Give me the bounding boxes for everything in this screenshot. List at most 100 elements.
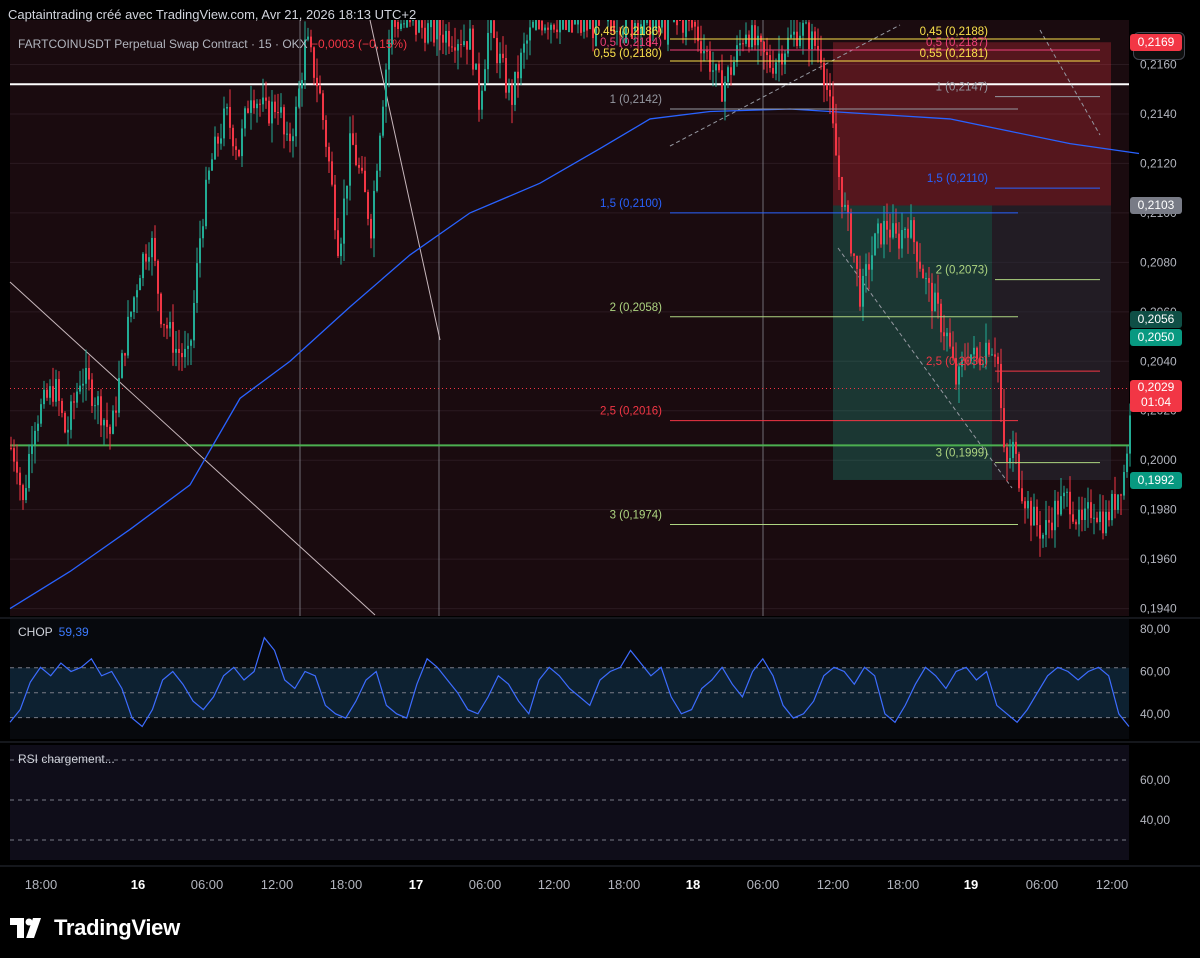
candle-body [16,461,18,473]
candle-body [31,444,33,454]
candle-body [511,85,513,105]
price-tick: 0,2080 [1140,255,1177,269]
candle-body [736,45,738,63]
chart-canvas[interactable]: 1 (0,2142) 1,5 (0,2100) 2 (0,2058) 2,5 (0,2… [0,0,1200,958]
candle-body [292,136,294,142]
symbol-name[interactable]: FARTCOINUSDT Perpetual Swap Contract · 1… [18,37,308,51]
candle-body [157,260,159,294]
candle-body [478,63,480,110]
candle-body [847,204,849,214]
candle-body [346,185,348,199]
candle-body [322,93,324,121]
candle-body [904,228,906,231]
fib-level-label: 2,5 (0,2016) [600,406,662,418]
candle-body [118,377,120,413]
candle-body [901,230,903,249]
candle-body [82,383,84,386]
candle-body [382,106,384,136]
candle-body [733,62,735,75]
symbol-legend[interactable]: FARTCOINUSDT Perpetual Swap Contract · 1… [18,37,407,51]
tradingview-logo[interactable]: TradingView [10,912,180,944]
candle-body [1090,502,1092,519]
candle-body [178,348,180,354]
candle-body [73,401,75,403]
candle-body [724,81,726,102]
candle-body [826,84,828,90]
candle-body [475,63,477,70]
candle-body [508,85,510,93]
candle-body [352,133,354,145]
candle-body [775,62,777,74]
candle-body [268,100,270,124]
fib-level-label: 1,5 (0,2100) [600,198,662,210]
fib-level-label: 1 (0,2142) [610,94,663,106]
candle-body [241,128,243,157]
candle-body [130,311,132,317]
candle-body [10,447,12,449]
candle-body [1036,506,1038,526]
candle-body [205,179,207,227]
time-tick: 12:00 [817,877,850,892]
candle-body [1009,458,1011,462]
candle-body [1018,453,1020,489]
candle-body [442,34,444,43]
candle-body [451,46,453,48]
candle-body [163,324,165,326]
candle-body [37,423,39,431]
candle-body [934,292,936,312]
candle-body [994,354,996,357]
candle-body [370,218,372,239]
candle-body [910,220,912,238]
candle-body [136,290,138,298]
candle-body [466,41,468,50]
candle-body [112,410,114,434]
candle-body [739,43,741,46]
candle-body [376,170,378,191]
fib-level-label: 3 (0,1999) [936,448,989,460]
candle-body [448,30,450,47]
caption: Captaintrading créé avec TradingView.com… [8,7,417,22]
candle-body [13,448,15,462]
price-label: 0,2029 01:04 [1130,380,1182,413]
candle-body [487,32,489,70]
candle-body [166,325,168,329]
candle-body [793,31,795,35]
candle-body [106,419,108,427]
candle-body [220,138,222,144]
price-label: 0,2169 [1130,34,1182,52]
candle-body [334,184,336,231]
time-tick: 19 [964,877,978,892]
candle-body [337,230,339,257]
candle-body [502,53,504,59]
candle-body [187,345,189,349]
candle-body [973,347,975,355]
candle-body [718,64,720,71]
countdown-label: 01:04 [1140,395,1172,410]
candle-body [244,108,246,129]
candle-body [868,264,870,270]
candle-body [943,332,945,337]
chop-band-fill [10,667,1129,718]
candle-body [349,133,351,186]
candle-body [160,293,162,325]
candle-body [208,170,210,180]
time-tick: 06:00 [191,877,224,892]
candle-body [76,391,78,403]
tradingview-logo-icon [10,918,41,938]
rsi-legend[interactable]: RSI chargement... [18,752,115,766]
candle-body [1108,511,1110,521]
candle-body [997,356,999,364]
candle-body [1033,506,1035,526]
candle-body [1105,511,1107,534]
candle-body [373,190,375,239]
time-tick: 06:00 [469,877,502,892]
chop-legend[interactable]: CHOP 59,39 [18,625,89,639]
candle-body [748,34,750,48]
candle-body [142,253,144,279]
candle-body [1048,520,1050,523]
candle-body [838,155,840,177]
candle-body [28,453,30,489]
candle-body [823,62,825,85]
price-tick: 0,1980 [1140,503,1177,517]
candle-body [1039,525,1041,539]
